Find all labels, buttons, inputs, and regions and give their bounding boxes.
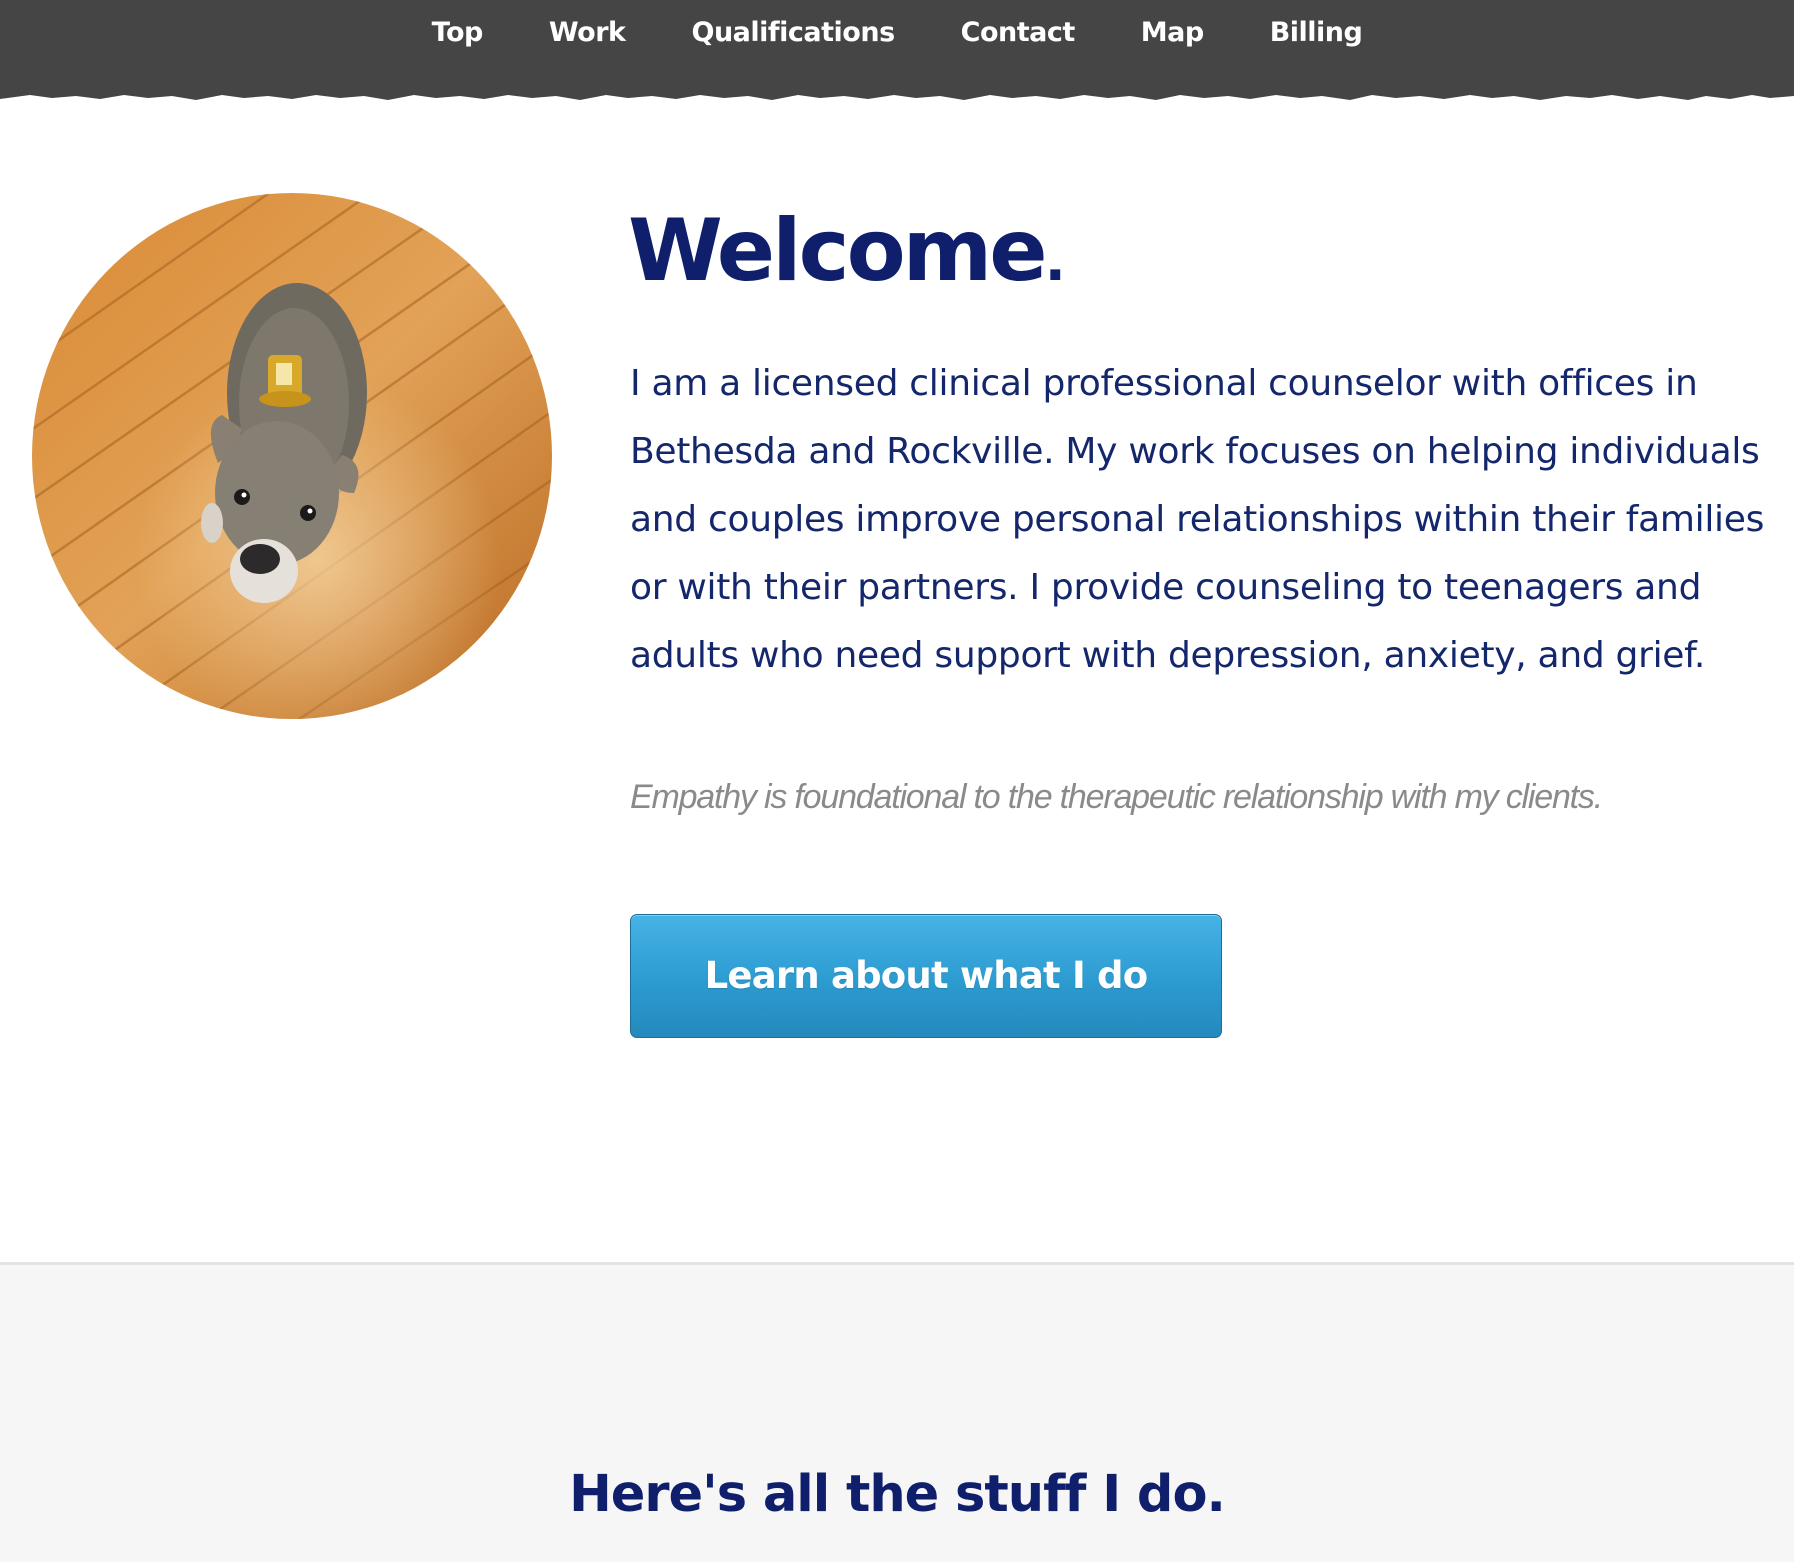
nav-item-qualifications[interactable]: Qualifications xyxy=(659,0,928,66)
top-navigation: Top Work Qualifications Contact Map Bill… xyxy=(0,0,1794,94)
profile-photo xyxy=(32,193,552,719)
welcome-heading-text: Welcome xyxy=(628,201,1048,301)
intro-paragraph: I am a licensed clinical professional co… xyxy=(630,363,1765,676)
dog-photo-icon xyxy=(32,193,552,719)
tagline: Empathy is foundational to the therapeut… xyxy=(630,778,1603,816)
nav-list: Top Work Qualifications Contact Map Bill… xyxy=(0,0,1794,66)
welcome-heading-period: . xyxy=(1044,229,1066,294)
nav-item-work[interactable]: Work xyxy=(516,0,659,66)
nav-item-map[interactable]: Map xyxy=(1108,0,1237,66)
nav-item-top[interactable]: Top xyxy=(399,0,516,66)
welcome-heading: Welcome. xyxy=(628,196,1066,317)
nav-torn-edge xyxy=(0,90,1794,100)
services-heading: Here's all the stuff I do. xyxy=(569,1465,1226,1524)
nav-item-billing[interactable]: Billing xyxy=(1237,0,1396,66)
nav-item-contact[interactable]: Contact xyxy=(928,0,1108,66)
learn-more-button[interactable]: Learn about what I do xyxy=(630,914,1222,1038)
